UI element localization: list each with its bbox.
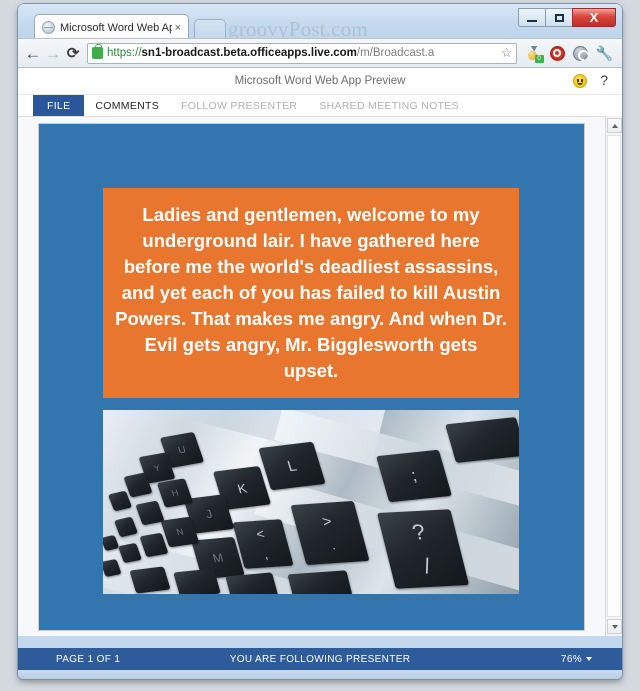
ribbon-tab-strip: FILE COMMENTS FOLLOW PRESENTER SHARED ME…: [18, 95, 622, 116]
bookmark-star-icon[interactable]: ☆: [499, 45, 513, 61]
text-box[interactable]: Ladies and gentlemen, welcome to my unde…: [103, 188, 519, 398]
scroll-down-button[interactable]: [607, 619, 622, 634]
following-presenter-status: YOU ARE FOLLOWING PRESENTER: [229, 653, 411, 665]
adblock-stop-icon[interactable]: [549, 45, 565, 61]
app-header: Microsoft Word Web App Preview ?: [18, 68, 622, 95]
zoom-level-label: 76%: [560, 653, 582, 665]
document-canvas[interactable]: Ladies and gentlemen, welcome to my unde…: [18, 116, 622, 636]
keyboard-photo: ; ? / >. L K <, J M U Y H N: [103, 410, 519, 594]
help-icon[interactable]: ?: [600, 72, 608, 88]
browser-nav-bar: ← → ⟳ https://sn1-broadcast.beta.officea…: [18, 38, 622, 68]
minimize-button[interactable]: [518, 8, 546, 27]
badge-count: 0: [534, 54, 544, 63]
window-close-button[interactable]: X: [572, 8, 616, 27]
wrench-icon[interactable]: 🔧: [596, 45, 613, 62]
url-host: sn1-broadcast.beta.officeapps.live.com: [141, 47, 357, 59]
maximize-button[interactable]: [545, 8, 573, 27]
smiley-face-icon[interactable]: [573, 74, 587, 88]
close-icon[interactable]: ×: [172, 22, 184, 34]
tab-follow-presenter[interactable]: FOLLOW PRESENTER: [170, 95, 308, 116]
forward-icon[interactable]: →: [43, 45, 63, 62]
document-page: Ladies and gentlemen, welcome to my unde…: [38, 123, 585, 631]
scroll-up-button[interactable]: [607, 118, 622, 133]
scroll-down-arrow: [611, 624, 618, 629]
back-icon[interactable]: ←: [23, 45, 43, 62]
tab-shared-meeting-notes[interactable]: SHARED MEETING NOTES: [308, 95, 470, 116]
watermark-text: groovyPost.com: [228, 17, 368, 38]
browser-window: groovyPost.com Microsoft Word Web App × …: [18, 4, 622, 679]
new-tab-button[interactable]: [194, 19, 226, 38]
sync-circle-icon[interactable]: [572, 45, 588, 61]
scroll-up-arrow: [611, 123, 618, 128]
browser-tab[interactable]: Microsoft Word Web App ×: [34, 14, 189, 38]
url-text: https://sn1-broadcast.beta.officeapps.li…: [107, 47, 499, 59]
url-path: /m/Broadcast.a: [356, 47, 435, 59]
maximize-icon: [554, 13, 564, 22]
address-bar[interactable]: https://sn1-broadcast.beta.officeapps.li…: [87, 42, 517, 64]
vertical-scrollbar[interactable]: [605, 116, 622, 636]
scrollbar-track[interactable]: [607, 135, 621, 617]
url-scheme: https://: [107, 47, 142, 59]
chevron-down-icon: [586, 657, 592, 661]
browser-title-bar: groovyPost.com Microsoft Word Web App × …: [18, 4, 622, 38]
minimize-icon: [527, 19, 537, 22]
text-box-content: Ladies and gentlemen, welcome to my unde…: [115, 204, 507, 381]
globe-icon: [42, 21, 55, 34]
page-title: Microsoft Word Web App Preview: [234, 75, 406, 87]
medal-badge-icon[interactable]: 0: [527, 45, 544, 63]
zoom-control[interactable]: 76%: [561, 654, 592, 665]
tab-comments[interactable]: COMMENTS: [84, 95, 170, 116]
lock-icon: [92, 44, 103, 59]
tab-file[interactable]: FILE: [33, 95, 85, 116]
window-controls: X: [518, 8, 616, 27]
status-bar: PAGE 1 OF 1 YOU ARE FOLLOWING PRESENTER …: [18, 648, 622, 670]
reload-icon[interactable]: ⟳: [63, 46, 83, 61]
window-bottom-edge: [18, 670, 622, 679]
browser-tab-title: Microsoft Word Web App: [60, 21, 172, 34]
